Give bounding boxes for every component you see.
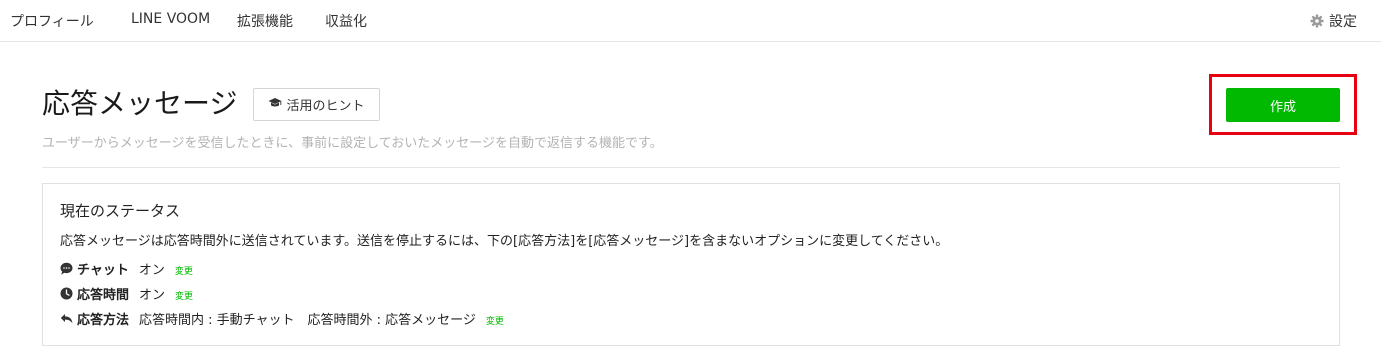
response-method-value: 応答時間内 : 手動チャット 応答時間外 : 応答メッセージ [139,313,476,328]
response-hours-label: 応答時間 [77,288,130,303]
page-title: 応答メッセージ [42,87,238,120]
status-row-response-hours: 応答時間 オン 変更 [60,284,193,303]
graduation-cap-icon [268,97,282,113]
create-button[interactable]: 作成 [1226,88,1340,122]
chat-value: オン [138,263,165,278]
status-heading: 現在のステータス [60,202,181,220]
nav-item-extensions[interactable]: 拡張機能 [237,11,293,31]
top-navigation: プロフィール LINE VOOM 拡張機能 収益化 設定 [0,0,1381,42]
usage-hint-label: 活用のヒント [286,99,365,114]
nav-item-monetization[interactable]: 収益化 [325,11,367,31]
usage-hint-button[interactable]: 活用のヒント [253,88,380,121]
reply-icon [60,312,73,325]
response-method-change-link[interactable]: 変更 [486,314,504,327]
nav-item-profile[interactable]: プロフィール [10,11,94,31]
response-hours-value: オン [139,288,166,303]
gear-icon [1310,14,1324,28]
status-row-response-method: 応答方法 応答時間内 : 手動チャット 応答時間外 : 応答メッセージ 変更 [60,309,504,328]
status-description: 応答メッセージは応答時間外に送信されています。送信を停止するには、下の[応答方法… [60,234,949,249]
settings-label: 設定 [1329,14,1357,30]
chat-change-link[interactable]: 変更 [175,264,193,277]
settings-link[interactable]: 設定 [1310,11,1357,31]
chat-label: チャット [77,263,129,278]
page-description: ユーザーからメッセージを受信したときに、事前に設定しておいたメッセージを自動で返… [42,136,663,151]
chat-bubble-icon [60,262,73,275]
status-row-chat: チャット オン 変更 [60,259,193,278]
clock-icon [60,287,73,300]
nav-item-line-voom[interactable]: LINE VOOM [131,11,210,27]
header-divider [42,167,1340,168]
response-method-label: 応答方法 [77,313,130,328]
response-hours-change-link[interactable]: 変更 [175,289,193,302]
status-panel: 現在のステータス 応答メッセージは応答時間外に送信されています。送信を停止するに… [42,183,1340,346]
